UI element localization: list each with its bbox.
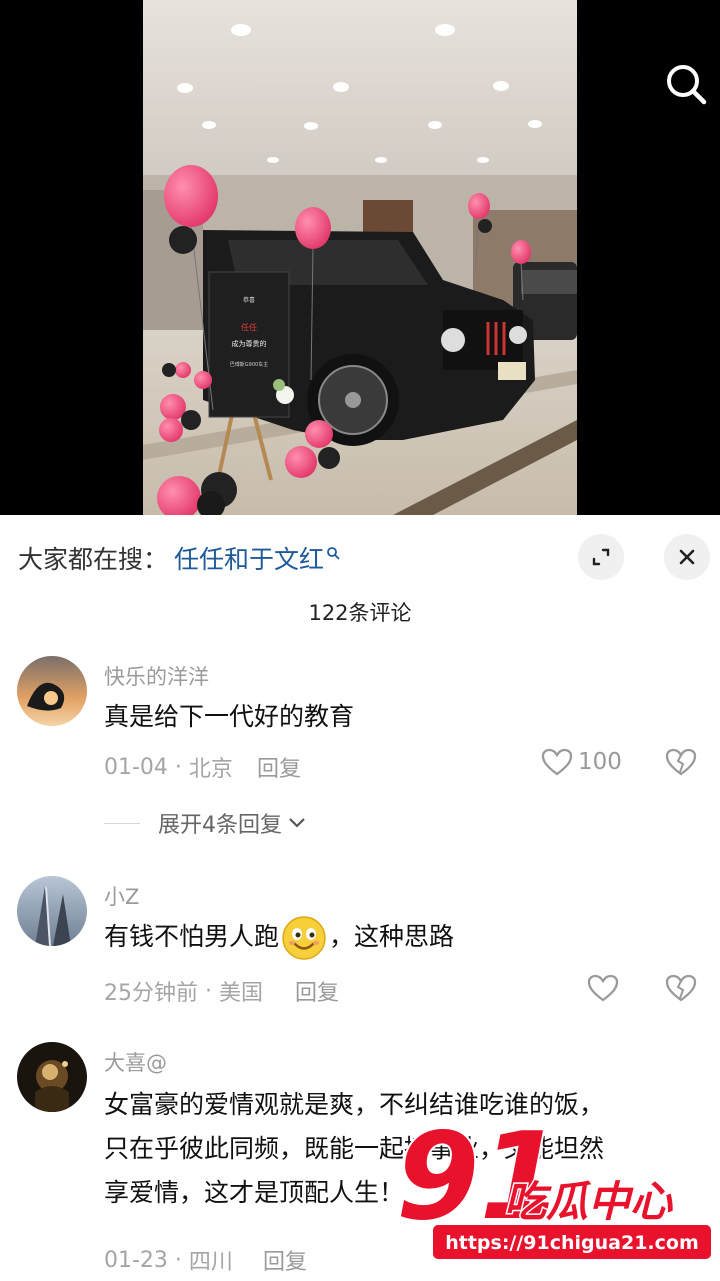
reply-button[interactable]: 回复 (295, 975, 339, 1007)
username[interactable]: 快乐的洋洋 (104, 661, 209, 691)
expand-replies-button[interactable]: 展开4条回复 (104, 807, 308, 839)
placard-line2: 巴博斯G900车主 (230, 361, 268, 368)
watermark-name: 吃瓜中心 (504, 1177, 673, 1226)
close-button[interactable] (664, 534, 710, 580)
comment-text: 有钱不怕男人跑 ，这种思路 (104, 915, 694, 961)
divider (104, 822, 140, 824)
video-player[interactable]: 恭喜 任任 成为尊贵的 巴博斯G900车主 (0, 0, 720, 515)
hot-search-query-link[interactable]: 任任和于文红 (174, 540, 324, 576)
comment-text: 真是给下一代好的教育 (104, 702, 355, 731)
comment-text-part: 有钱不怕男人跑 (104, 922, 280, 951)
username[interactable]: 小Z (104, 881, 139, 911)
dislike-button[interactable] (664, 747, 698, 781)
comment-item: 小Z 有钱不怕男人跑 ，这种思路 25分钟前 · 美国 回复 (0, 873, 720, 1033)
search-button[interactable] (660, 58, 712, 110)
placard-name: 任任 (241, 322, 257, 332)
broken-heart-icon (665, 974, 697, 1002)
comment-meta: 25分钟前 · 美国 回复 (104, 975, 339, 1007)
comment-time: 01-23 (104, 1247, 168, 1273)
dislike-button[interactable] (664, 973, 698, 1007)
hot-search-bar[interactable]: 大家都在搜： 任任和于文红 (18, 538, 340, 578)
heart-icon (541, 748, 573, 776)
heart-icon (587, 974, 619, 1002)
search-icon (667, 65, 707, 105)
grinning-emoji-icon (282, 916, 326, 960)
watermark-url: https://91chigua21.com (445, 1232, 699, 1254)
comment-meta: 01-23 · 四川 回复 (104, 1244, 307, 1276)
avatar[interactable] (17, 876, 87, 946)
like-button[interactable] (586, 973, 620, 1003)
comment-count: 122条评论 (308, 601, 412, 625)
like-button[interactable]: 100 (540, 747, 622, 777)
username[interactable]: 大喜@ (104, 1047, 167, 1077)
reply-button[interactable]: 回复 (257, 751, 301, 783)
placard-heading: 恭喜 (243, 296, 255, 304)
broken-heart-icon (665, 748, 697, 776)
placard-line1: 成为尊贵的 (232, 339, 267, 348)
video-frame: 恭喜 任任 成为尊贵的 巴博斯G900车主 (143, 0, 577, 515)
avatar[interactable] (17, 656, 87, 726)
expand-icon (592, 548, 610, 566)
site-watermark: 91 吃瓜中心 https://91chigua21.com (396, 1118, 713, 1261)
hot-search-prefix: 大家都在搜： (18, 545, 169, 574)
like-count: 100 (578, 749, 622, 775)
comment-time: 01-04 (104, 754, 168, 780)
comment-time: 25分钟前 (104, 981, 198, 1006)
comment-meta: 01-04 · 北京 回复 (104, 751, 301, 783)
comment-item: 快乐的洋洋 真是给下一代好的教育 01-04 · 北京 回复 100 展开4条回… (0, 653, 720, 853)
comment-location: 美国 (218, 981, 263, 1006)
search-small-icon (327, 547, 340, 560)
comment-location: 四川 (188, 1250, 233, 1275)
comment-text-part: ，这种思路 (329, 922, 455, 951)
expand-replies-label: 展开4条回复 (158, 813, 282, 838)
fullscreen-button[interactable] (578, 534, 624, 580)
chevron-down-icon (289, 818, 305, 828)
avatar[interactable] (17, 1042, 87, 1112)
comment-location: 北京 (188, 757, 233, 782)
reply-button[interactable]: 回复 (263, 1244, 307, 1276)
close-icon (679, 549, 695, 565)
